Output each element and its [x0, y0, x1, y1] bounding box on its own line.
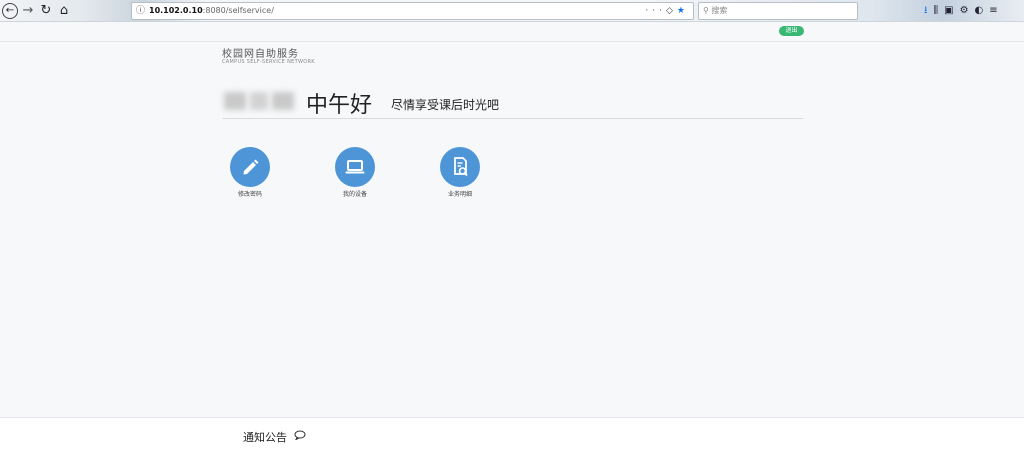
- toolbar-icons: ⭳⫼▣⚙◐≡: [924, 3, 1004, 20]
- laptop-icon: [345, 160, 365, 174]
- info-icon[interactable]: ⓘ: [136, 3, 145, 19]
- sidebar-icon[interactable]: ▣: [944, 5, 959, 16]
- search-icon: ⚲: [703, 6, 709, 15]
- address-bar[interactable]: ⓘ 10.102.0.10:8080/selfservice/ ···◇★: [131, 2, 694, 20]
- tile-label: 修改密码: [237, 191, 262, 198]
- download-icon[interactable]: ⭳: [924, 5, 934, 16]
- footer: 通知公告: [0, 417, 1024, 456]
- logout-button[interactable]: 退出: [779, 26, 804, 36]
- reload-icon[interactable]: ↻: [38, 3, 54, 19]
- my-devices-tile[interactable]: 我的设备: [325, 147, 385, 198]
- avatar: [224, 88, 296, 114]
- brand-title: 校园网自助服务: [222, 49, 299, 60]
- pocket-icon[interactable]: ◇: [666, 6, 677, 16]
- url-text: 10.102.0.10:8080/selfservice/: [149, 3, 274, 19]
- speech-bubble-icon[interactable]: [294, 430, 306, 440]
- greeting-subtitle: 尽情享受课后时光吧: [391, 98, 500, 112]
- browser-toolbar: ← → ↻ ⌂ ⓘ 10.102.0.10:8080/selfservice/ …: [0, 0, 1024, 22]
- back-arrow-icon[interactable]: ←: [2, 3, 18, 19]
- menu-icon[interactable]: ≡: [989, 5, 1003, 16]
- library-icon[interactable]: ⫼: [934, 5, 945, 16]
- change-password-tile[interactable]: 修改密码: [220, 147, 280, 198]
- brand-subtitle: CAMPUS SELF-SERVICE NETWORK: [222, 59, 315, 65]
- pencil-icon: [243, 159, 259, 175]
- tile-label: 我的设备: [342, 191, 367, 198]
- search-placeholder: 搜索: [711, 6, 728, 15]
- page-actions-icon[interactable]: ···: [645, 6, 666, 16]
- extension-icon[interactable]: ⚙: [960, 5, 975, 16]
- change-password-button[interactable]: [230, 147, 270, 187]
- header-divider: [0, 41, 1024, 42]
- url-host: 10.102.0.10: [149, 6, 203, 15]
- account-icon[interactable]: ◐: [975, 5, 990, 16]
- notice-link[interactable]: 通知公告: [243, 429, 287, 445]
- url-path: :8080/selfservice/: [202, 6, 274, 15]
- search-input[interactable]: ⚲ 搜索: [698, 2, 858, 20]
- greeting-title: 中午好: [306, 93, 373, 118]
- forward-arrow-icon[interactable]: →: [20, 3, 36, 19]
- bookmark-star-icon[interactable]: ★: [677, 6, 689, 16]
- home-icon[interactable]: ⌂: [56, 3, 72, 19]
- tile-label: 业务明细: [447, 191, 472, 198]
- business-details-button[interactable]: [440, 147, 480, 187]
- document-search-icon: [454, 157, 468, 177]
- business-details-tile[interactable]: 业务明细: [430, 147, 490, 198]
- greeting-divider: [222, 118, 803, 119]
- my-devices-button[interactable]: [335, 147, 375, 187]
